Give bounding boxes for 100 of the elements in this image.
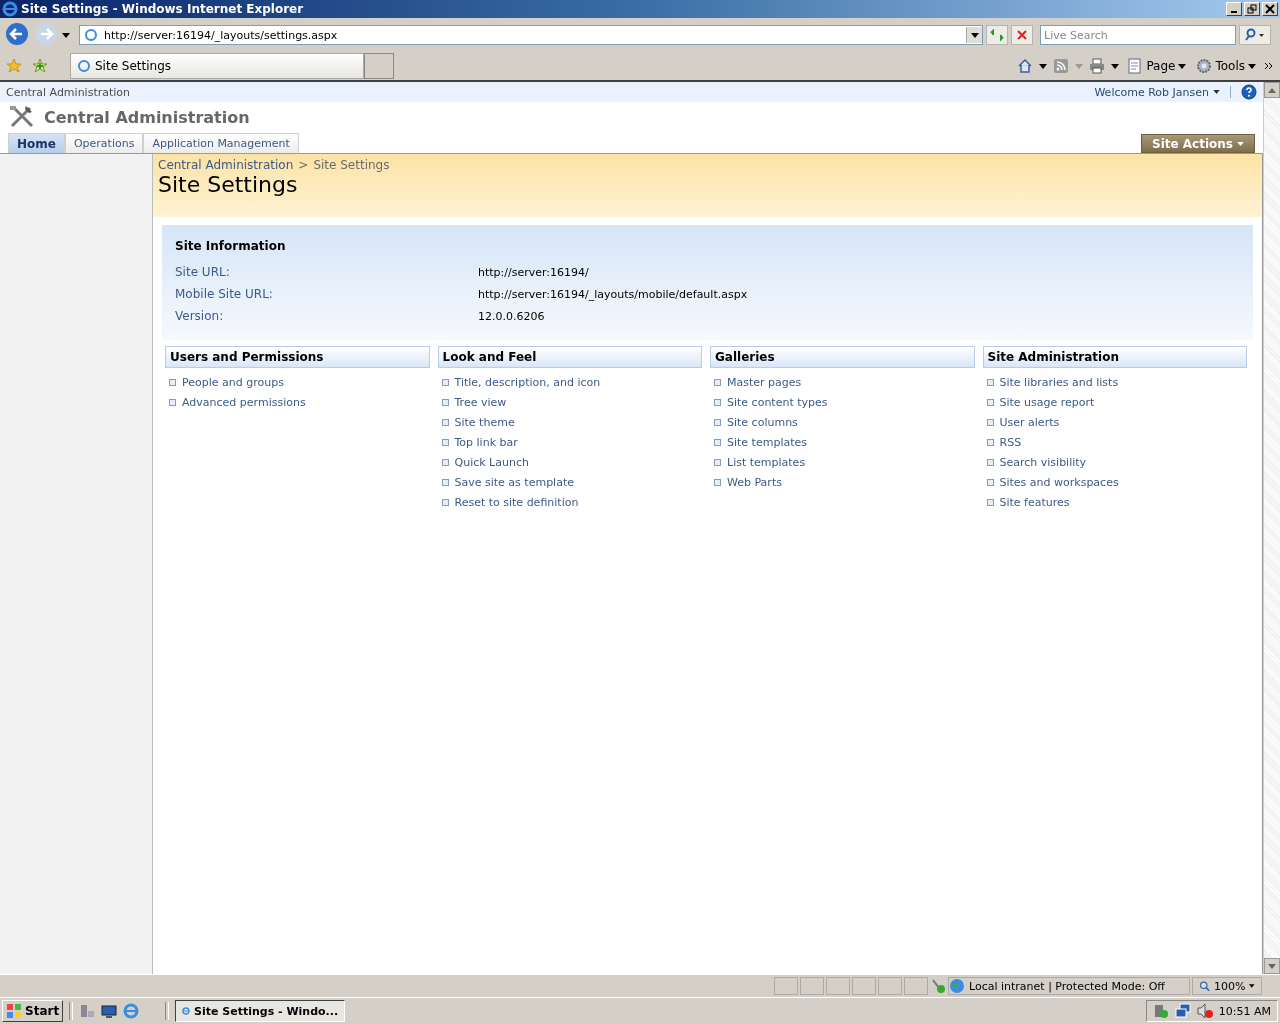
settings-link[interactable]: Save site as template — [454, 475, 574, 489]
settings-link[interactable]: Advanced permissions — [182, 395, 306, 409]
monitor-icon[interactable] — [101, 1003, 118, 1019]
bullet-icon — [441, 458, 449, 466]
scrollbar[interactable] — [1263, 82, 1280, 974]
nav-tab[interactable]: Home — [8, 133, 65, 153]
site-link[interactable]: Central Administration — [6, 85, 131, 99]
stop-button[interactable] — [1011, 25, 1033, 45]
settings-link[interactable]: Site usage report — [999, 395, 1095, 409]
search-button[interactable] — [1239, 25, 1271, 45]
help-icon[interactable] — [1241, 84, 1257, 100]
settings-link[interactable]: Site columns — [727, 415, 798, 429]
network-icon[interactable] — [1174, 1003, 1191, 1019]
command-menu-button[interactable]: Tools — [1194, 58, 1258, 74]
search-field[interactable]: Live Search — [1040, 25, 1236, 45]
settings-link[interactable]: Tree view — [454, 395, 507, 409]
section-heading: Site Information — [175, 239, 287, 253]
gear-icon — [1196, 58, 1213, 74]
minimize-button[interactable] — [1226, 2, 1242, 16]
settings-link[interactable]: Site features — [999, 495, 1070, 509]
site-actions-button[interactable]: Site Actions — [1141, 134, 1255, 153]
clock: 10:51 AM — [1218, 1004, 1271, 1018]
section-heading: Look and Feel — [437, 346, 702, 368]
bullet-icon — [169, 378, 176, 386]
start-button[interactable]: Start — [2, 1000, 64, 1022]
refresh-arrows-icon — [990, 28, 1004, 42]
settings-link[interactable]: List templates — [727, 455, 806, 469]
settings-link[interactable]: Site templates — [727, 435, 807, 449]
bullet-icon — [441, 418, 449, 426]
nav-tab[interactable]: Application Management — [143, 133, 299, 153]
address-field[interactable]: http://server:16194/_layouts/settings.aspx — [79, 25, 983, 45]
section-heading: Galleries — [710, 346, 975, 368]
field-label: Version: — [175, 309, 225, 323]
section-heading: Site Administration — [982, 346, 1247, 368]
bullet-icon — [986, 458, 994, 466]
bullet-icon — [441, 478, 449, 486]
caret-icon — [1213, 90, 1220, 94]
caret-icon[interactable] — [1111, 63, 1120, 69]
down-arrow-icon — [1268, 963, 1276, 969]
caret-icon — [1249, 984, 1255, 988]
search-icon — [1245, 28, 1265, 42]
field-value: http://server:16194/_layouts/mobile/default.aspx — [478, 287, 748, 301]
caret-icon — [970, 32, 979, 38]
close-button[interactable] — [1262, 2, 1278, 16]
home-icon[interactable] — [1017, 58, 1034, 74]
settings-link[interactable]: People and groups — [182, 375, 284, 389]
scroll-up-button[interactable] — [1264, 82, 1280, 98]
user-menu-button[interactable]: Welcome Rob Jansen — [1094, 85, 1220, 99]
restore-icon — [1247, 4, 1257, 14]
status-pane — [826, 977, 850, 995]
field-label: Site URL: — [175, 265, 231, 279]
settings-link[interactable]: Search visibility — [999, 455, 1087, 469]
restore-button[interactable] — [1244, 2, 1260, 16]
settings-link[interactable]: Site libraries and lists — [999, 375, 1119, 389]
status-pane — [904, 977, 928, 995]
browser-tab[interactable]: Site Settings — [70, 53, 364, 79]
bullet-icon — [714, 398, 721, 406]
up-arrow-icon — [1268, 87, 1276, 93]
speaker-muted-icon[interactable] — [1196, 1003, 1213, 1019]
chevron-icon[interactable] — [1264, 62, 1274, 70]
command-menu-button[interactable]: Page — [1125, 58, 1189, 74]
caret-icon — [1248, 63, 1256, 69]
caret-icon — [1237, 141, 1244, 146]
bullet-icon — [441, 398, 449, 406]
settings-link[interactable]: Master pages — [727, 375, 802, 389]
field-label: Mobile Site URL: — [175, 287, 274, 301]
back-button[interactable] — [4, 22, 30, 48]
caret-icon[interactable] — [62, 32, 70, 38]
settings-link[interactable]: Reset to site definition — [454, 495, 579, 509]
settings-link[interactable]: Site theme — [454, 415, 515, 429]
caret-icon[interactable] — [1039, 63, 1048, 69]
breadcrumb-link[interactable]: Central Administration — [158, 158, 294, 172]
settings-link[interactable]: Site content types — [727, 395, 828, 409]
scroll-down-button[interactable] — [1264, 958, 1280, 974]
settings-link[interactable]: User alerts — [999, 415, 1060, 429]
settings-link[interactable]: Title, description, and icon — [454, 375, 601, 389]
status-pane — [878, 977, 902, 995]
settings-link[interactable]: RSS — [999, 435, 1022, 449]
settings-link[interactable]: Top link bar — [454, 435, 518, 449]
zoom-button[interactable]: 100% — [1192, 977, 1262, 995]
caret-icon — [1178, 63, 1187, 69]
bullet-icon — [986, 498, 994, 506]
favorites-star-icon[interactable] — [6, 58, 22, 74]
settings-link[interactable]: Web Parts — [727, 475, 782, 489]
settings-link[interactable]: Quick Launch — [454, 455, 529, 469]
dropdown-button[interactable] — [966, 27, 982, 43]
feed-icon[interactable] — [1053, 58, 1070, 74]
breadcrumb-current: Site Settings — [313, 158, 390, 172]
close-icon — [1265, 4, 1275, 14]
bullet-icon — [714, 438, 721, 446]
site-title: Central Administration — [44, 107, 250, 127]
bullet-icon — [169, 398, 176, 406]
printer-icon[interactable] — [1089, 58, 1106, 74]
tab-label[interactable]: Site Settings — [95, 59, 172, 73]
taskbar-window-button[interactable]: Site Settings - Windo... — [175, 1000, 346, 1022]
add-favorite-icon[interactable] — [32, 58, 48, 74]
nav-tab[interactable]: Operations — [64, 133, 144, 153]
bullet-icon — [714, 418, 721, 426]
settings-link[interactable]: Sites and workspaces — [999, 475, 1119, 489]
bullet-icon — [986, 438, 994, 446]
